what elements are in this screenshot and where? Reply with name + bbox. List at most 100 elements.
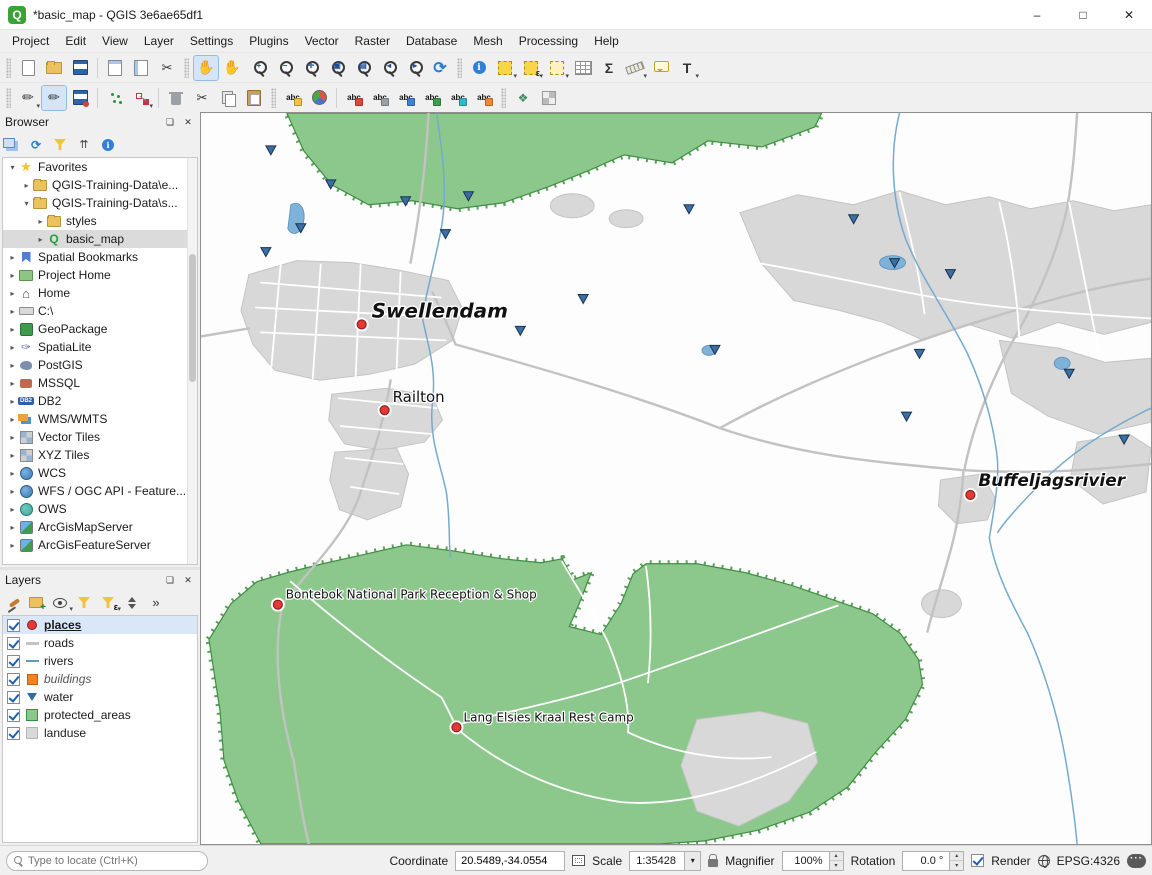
chevron-right-icon[interactable]: ▸ (7, 307, 18, 316)
layer-checkbox-rivers[interactable] (7, 655, 20, 668)
layer-checkbox-landuse[interactable] (7, 727, 20, 740)
add-selected-layers-button[interactable] (3, 134, 25, 156)
zoom-to-layer-button[interactable]: ▤ (349, 55, 375, 81)
menu-view[interactable]: View (94, 31, 136, 51)
spinner-buttons[interactable]: ▴▾ (830, 851, 844, 871)
measure-button[interactable]: ▾ (622, 55, 648, 81)
menu-mesh[interactable]: Mesh (465, 31, 510, 51)
browser-item-qgis-training-data-s[interactable]: ▾QGIS-Training-Data\s... (3, 194, 197, 212)
browser-item-ows[interactable]: ▸OWS (3, 500, 197, 518)
move-label-button[interactable] (419, 85, 445, 111)
chevron-right-icon[interactable]: ▸ (7, 523, 18, 532)
browser-item-mssql[interactable]: ▸MSSQL (3, 374, 197, 392)
chevron-right-icon[interactable]: ▸ (7, 379, 18, 388)
epsg-label[interactable]: EPSG:4326 (1057, 854, 1120, 868)
layer-item-buildings[interactable]: buildings (3, 670, 197, 688)
map-tips-button[interactable] (648, 55, 674, 81)
map-refresh-button[interactable] (427, 55, 453, 81)
pan-to-selection-button[interactable] (219, 55, 245, 81)
collapse-all-button[interactable] (75, 134, 97, 156)
change-label-properties-button[interactable] (471, 85, 497, 111)
chevron-right-icon[interactable]: ▸ (7, 397, 18, 406)
current-edits-button[interactable]: ▾ (15, 85, 41, 111)
layer-labeling-button[interactable] (280, 85, 306, 111)
style-manager-button[interactable] (154, 55, 180, 81)
float-panel-icon[interactable]: ❏ (163, 573, 177, 587)
layer-item-protected-areas[interactable]: protected_areas (3, 706, 197, 724)
select-by-expression-button[interactable]: ▾ (518, 55, 544, 81)
layer-styling-button[interactable] (3, 592, 25, 614)
zoom-last-button[interactable]: ◂ (375, 55, 401, 81)
chevron-down-icon[interactable]: ▾ (643, 73, 647, 80)
chevron-right-icon[interactable]: ▸ (7, 289, 18, 298)
refresh-browser-button[interactable] (27, 134, 49, 156)
chevron-right-icon[interactable]: ▸ (7, 325, 18, 334)
browser-item-project-home[interactable]: ▸Project Home (3, 266, 197, 284)
vertex-tool-button[interactable]: ▾ (128, 85, 154, 111)
chevron-down-icon[interactable]: ▾ (21, 199, 32, 208)
add-point-feature-button[interactable] (102, 85, 128, 111)
manage-map-themes-button[interactable]: ▾ (51, 592, 73, 614)
chevron-right-icon[interactable]: ▸ (21, 181, 32, 190)
browser-item-styles[interactable]: ▸styles (3, 212, 197, 230)
chevron-down-icon[interactable]: ▾ (7, 163, 18, 172)
plugin-button-1[interactable] (510, 85, 536, 111)
open-project-button[interactable] (41, 55, 67, 81)
add-group-button[interactable] (27, 592, 49, 614)
show-hide-labels-button[interactable] (393, 85, 419, 111)
paste-features-button[interactable] (241, 85, 267, 111)
zoom-full-button[interactable]: ✛ (297, 55, 323, 81)
browser-item-spatialite[interactable]: ▸SpatiaLite (3, 338, 197, 356)
messages-icon[interactable] (1127, 854, 1146, 868)
layer-item-water[interactable]: water (3, 688, 197, 706)
layer-checkbox-protected-areas[interactable] (7, 709, 20, 722)
chevron-right-icon[interactable]: ▸ (7, 469, 18, 478)
layer-checkbox-water[interactable] (7, 691, 20, 704)
chevron-right-icon[interactable]: ▸ (7, 253, 18, 262)
menu-vector[interactable]: Vector (297, 31, 347, 51)
browser-item-geopackage[interactable]: ▸GeoPackage (3, 320, 197, 338)
chevron-down-icon[interactable]: ▾ (36, 103, 40, 110)
close-panel-icon[interactable]: ✕ (181, 573, 195, 587)
filter-browser-button[interactable] (51, 134, 73, 156)
maximize-button[interactable]: □ (1060, 0, 1106, 30)
close-panel-icon[interactable]: ✕ (181, 115, 195, 129)
layer-diagram-button[interactable] (306, 85, 332, 111)
chevron-right-icon[interactable]: ▸ (7, 343, 18, 352)
chevron-right-icon[interactable]: ▸ (7, 415, 18, 424)
highlight-pinned-labels-button[interactable] (341, 85, 367, 111)
lock-icon[interactable] (708, 859, 718, 867)
toolbar-overflow-button[interactable] (147, 592, 169, 614)
layer-checkbox-roads[interactable] (7, 637, 20, 650)
menu-raster[interactable]: Raster (347, 31, 398, 51)
chevron-down-icon[interactable]: ▾ (69, 605, 73, 613)
chevron-down-icon[interactable]: ▾ (695, 73, 699, 80)
menu-plugins[interactable]: Plugins (241, 31, 296, 51)
menu-layer[interactable]: Layer (136, 31, 182, 51)
scrollbar-thumb[interactable] (189, 254, 196, 382)
browser-item-favorites[interactable]: ▾Favorites (3, 158, 197, 176)
browser-item-qgis-training-data-e[interactable]: ▸QGIS-Training-Data\e... (3, 176, 197, 194)
menu-settings[interactable]: Settings (182, 31, 241, 51)
layer-item-places[interactable]: places (3, 616, 197, 634)
browser-item-xyz-tiles[interactable]: ▸XYZ Tiles (3, 446, 197, 464)
layer-item-rivers[interactable]: rivers (3, 652, 197, 670)
zoom-to-selection-button[interactable]: ▣ (323, 55, 349, 81)
browser-item-wcs[interactable]: ▸WCS (3, 464, 197, 482)
chevron-right-icon[interactable]: ▸ (7, 271, 18, 280)
layer-checkbox-buildings[interactable] (7, 673, 20, 686)
menu-project[interactable]: Project (4, 31, 57, 51)
chevron-down-icon[interactable]: ▾ (685, 851, 701, 871)
extents-icon[interactable] (572, 855, 585, 866)
chevron-right-icon[interactable]: ▸ (35, 217, 46, 226)
new-print-layout-button[interactable] (102, 55, 128, 81)
expand-collapse-button[interactable] (123, 592, 145, 614)
browser-item-arcgismapserver[interactable]: ▸ArcGisMapServer (3, 518, 197, 536)
save-layer-edits-button[interactable] (67, 85, 93, 111)
cut-features-button[interactable] (189, 85, 215, 111)
chevron-right-icon[interactable]: ▸ (7, 433, 18, 442)
chevron-down-icon[interactable]: ▾ (149, 103, 153, 110)
menu-help[interactable]: Help (586, 31, 627, 51)
browser-item-wms-wmts[interactable]: ▸WMS/WMTS (3, 410, 197, 428)
toggle-editing-button[interactable] (41, 85, 67, 111)
